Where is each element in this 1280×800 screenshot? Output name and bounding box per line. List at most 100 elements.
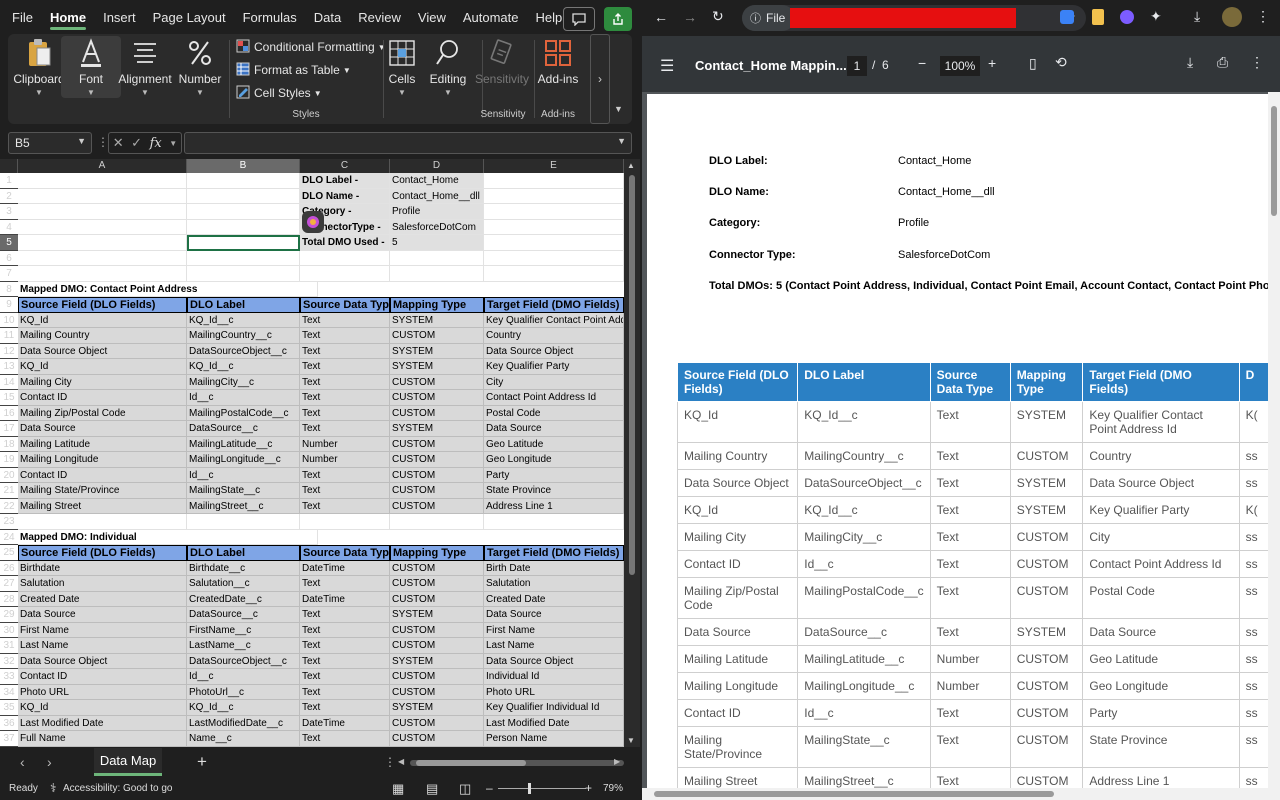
- cell[interactable]: FirstName__c: [187, 622, 300, 638]
- cancel-icon[interactable]: ✕: [113, 135, 124, 151]
- extension-icon[interactable]: [1060, 10, 1074, 24]
- cell[interactable]: CUSTOM: [390, 731, 484, 747]
- cell[interactable]: [484, 514, 624, 530]
- cell[interactable]: DLO Name -: [300, 188, 390, 204]
- cell[interactable]: Birthdate__c: [187, 560, 300, 576]
- cell[interactable]: MailingCity__c: [187, 374, 300, 390]
- cell[interactable]: Geo Longitude: [484, 452, 624, 468]
- scroll-down-icon[interactable]: ▼: [627, 736, 635, 745]
- cell[interactable]: Birthdate: [18, 560, 187, 576]
- row-header[interactable]: 21: [0, 483, 18, 499]
- row-header[interactable]: 28: [0, 592, 18, 607]
- cell[interactable]: Text: [300, 405, 390, 421]
- zoom-slider-thumb[interactable]: [528, 783, 531, 794]
- cell[interactable]: Full Name: [18, 731, 187, 747]
- cell[interactable]: [484, 219, 624, 235]
- cell[interactable]: Created Date: [18, 591, 187, 607]
- row-header[interactable]: 1: [0, 173, 18, 189]
- accessibility-status[interactable]: Accessibility: Good to go: [63, 783, 173, 794]
- cell[interactable]: [18, 173, 187, 189]
- cell[interactable]: SYSTEM: [390, 653, 484, 669]
- cell[interactable]: Contact_Home__dll: [390, 188, 484, 204]
- extensions-puzzle-icon[interactable]: ✦: [1150, 8, 1162, 25]
- cell[interactable]: [484, 204, 624, 220]
- scroll-thumb[interactable]: [416, 760, 526, 766]
- download-icon[interactable]: ⤓: [1187, 54, 1193, 71]
- cell[interactable]: DataSource__c: [187, 421, 300, 437]
- scroll-left-icon[interactable]: ◀: [398, 757, 404, 766]
- number-button[interactable]: Number ▼: [170, 36, 230, 98]
- zoom-slider[interactable]: [498, 783, 586, 794]
- tab-view[interactable]: View: [418, 0, 446, 34]
- cell[interactable]: Text: [300, 467, 390, 483]
- cell[interactable]: [18, 266, 187, 282]
- cell[interactable]: CUSTOM: [390, 452, 484, 468]
- row-header[interactable]: 13: [0, 359, 18, 375]
- tab-insert[interactable]: Insert: [103, 0, 136, 34]
- cell[interactable]: KQ_Id: [18, 700, 187, 716]
- cell[interactable]: Mailing Latitude: [18, 436, 187, 452]
- cell[interactable]: CUSTOM: [390, 560, 484, 576]
- cell[interactable]: Mailing Country: [18, 328, 187, 344]
- cell[interactable]: Id__c: [187, 467, 300, 483]
- cell[interactable]: Text: [300, 483, 390, 499]
- cell[interactable]: Number: [300, 436, 390, 452]
- cell[interactable]: MailingCountry__c: [187, 328, 300, 344]
- column-header-b[interactable]: B: [187, 159, 300, 173]
- row-header[interactable]: 10: [0, 313, 18, 328]
- row-header[interactable]: 14: [0, 375, 18, 390]
- cell[interactable]: Text: [300, 684, 390, 700]
- tab-home[interactable]: Home: [49, 0, 87, 34]
- cell[interactable]: [187, 188, 300, 204]
- row-header[interactable]: 23: [0, 514, 18, 530]
- clipboard-button[interactable]: Clipboard ▼: [9, 36, 69, 98]
- cell[interactable]: Mapping Type: [390, 297, 484, 313]
- cell[interactable]: [484, 266, 624, 282]
- cell[interactable]: DataSource__c: [187, 607, 300, 623]
- cell[interactable]: SYSTEM: [390, 700, 484, 716]
- sidebar-menu-icon[interactable]: ☰: [660, 56, 674, 76]
- cell[interactable]: Contact_Home: [390, 173, 484, 189]
- cell[interactable]: Geo Latitude: [484, 436, 624, 452]
- row-header[interactable]: 37: [0, 731, 18, 747]
- row-header[interactable]: 32: [0, 654, 18, 669]
- cell[interactable]: [187, 204, 300, 220]
- insert-function-button[interactable]: fx: [150, 136, 162, 151]
- cell[interactable]: Data Source Object: [18, 343, 187, 359]
- cell[interactable]: CUSTOM: [390, 467, 484, 483]
- row-header[interactable]: 31: [0, 638, 18, 654]
- cell[interactable]: DateTime: [300, 715, 390, 731]
- row-header[interactable]: 9: [0, 297, 18, 313]
- row-header[interactable]: 18: [0, 437, 18, 452]
- cell[interactable]: DateTime: [300, 591, 390, 607]
- cell[interactable]: CUSTOM: [390, 638, 484, 654]
- cell[interactable]: Text: [300, 421, 390, 437]
- cell[interactable]: PhotoUrl__c: [187, 684, 300, 700]
- font-button[interactable]: Font ▼: [61, 36, 121, 98]
- site-info-chip[interactable]: ⓘ File: [742, 5, 796, 31]
- row-header[interactable]: 24: [0, 530, 18, 545]
- name-box[interactable]: B5 ▼: [8, 132, 92, 154]
- cell[interactable]: CUSTOM: [390, 576, 484, 592]
- zoom-out-icon[interactable]: –: [486, 781, 493, 795]
- row-header[interactable]: 16: [0, 406, 18, 421]
- cell[interactable]: [484, 188, 624, 204]
- scroll-up-icon[interactable]: ▲: [627, 161, 635, 170]
- tab-automate[interactable]: Automate: [463, 0, 519, 34]
- row-header[interactable]: 19: [0, 452, 18, 468]
- cell[interactable]: Contact ID: [18, 669, 187, 685]
- cell[interactable]: [390, 250, 484, 266]
- cell[interactable]: [187, 266, 300, 282]
- reload-icon[interactable]: ↻: [712, 8, 724, 25]
- cell[interactable]: KQ_Id__c: [187, 359, 300, 375]
- cell[interactable]: Text: [300, 374, 390, 390]
- cell[interactable]: SYSTEM: [390, 359, 484, 375]
- rotate-icon[interactable]: ⟲: [1055, 54, 1067, 71]
- cell[interactable]: Data Source: [18, 607, 187, 623]
- cell[interactable]: Key Qualifier Contact Point Address Id: [484, 312, 624, 328]
- cell[interactable]: Source Data Type: [300, 545, 390, 561]
- cell[interactable]: Target Field (DMO Fields): [484, 545, 624, 561]
- cell[interactable]: Salutation: [484, 576, 624, 592]
- tab-file[interactable]: File: [12, 0, 33, 34]
- cell[interactable]: Contact Point Address Id: [484, 390, 624, 406]
